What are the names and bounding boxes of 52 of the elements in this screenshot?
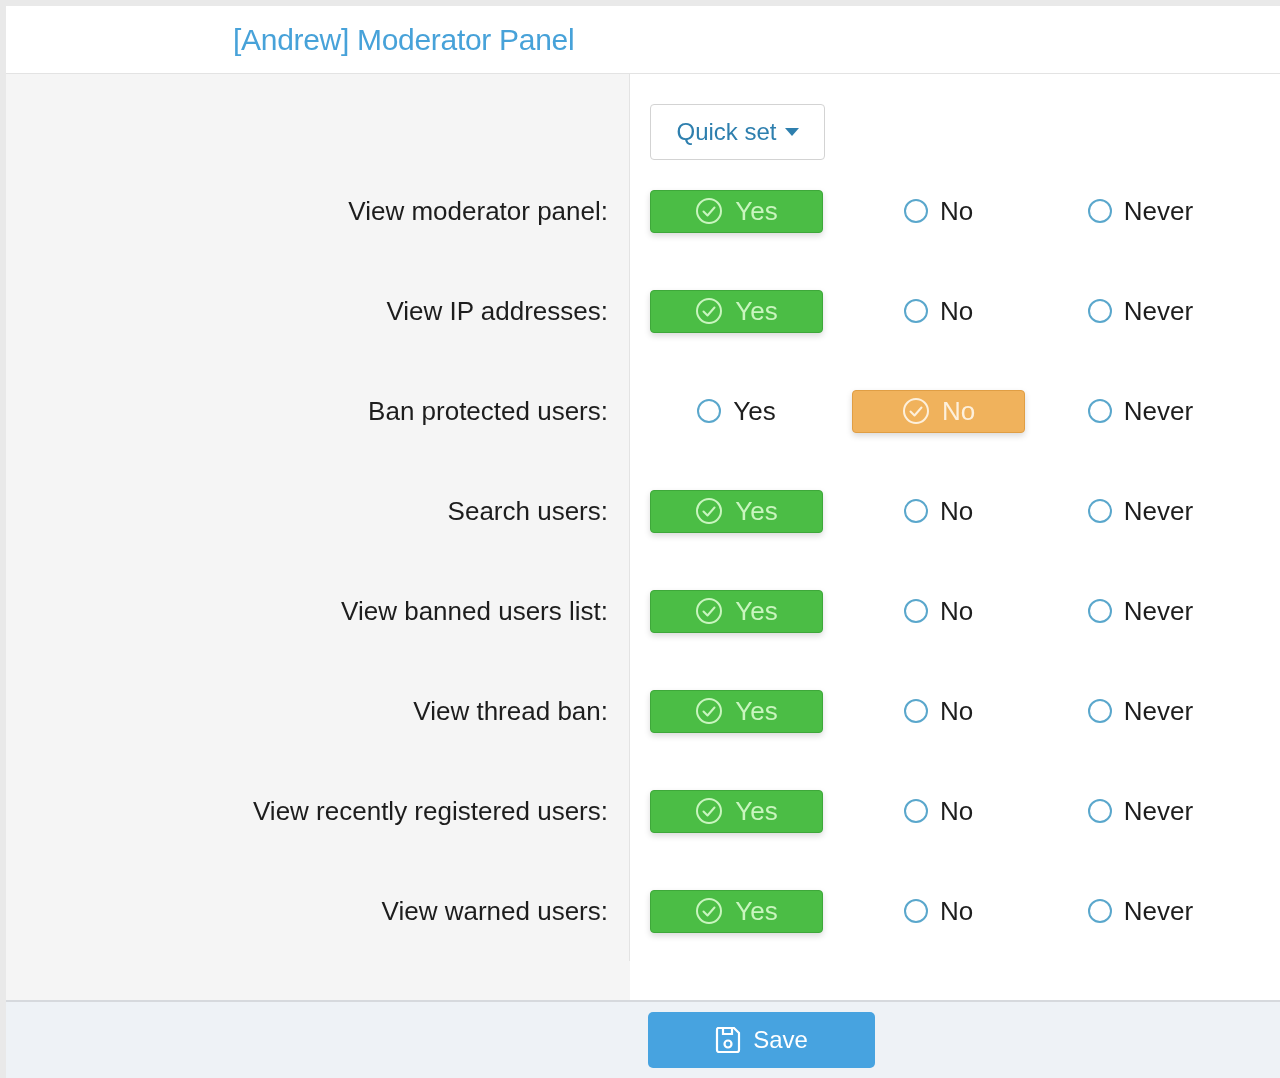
radio-icon	[1087, 899, 1112, 923]
radio-icon	[1087, 299, 1112, 323]
check-circle-icon	[695, 497, 724, 525]
radio-option[interactable]: Never	[1054, 589, 1227, 633]
check-circle-icon	[695, 797, 724, 825]
radio-option[interactable]: No	[852, 889, 1025, 933]
check-circle-icon	[695, 897, 724, 925]
permission-label: View banned users list:	[341, 595, 608, 627]
check-circle-icon	[695, 197, 724, 225]
radio-icon	[1087, 199, 1112, 223]
radio-option[interactable]: Never	[1054, 789, 1227, 833]
permission-label: View moderator panel:	[348, 195, 608, 227]
radio-icon	[903, 799, 928, 823]
caret-icon	[784, 128, 799, 136]
radio-option[interactable]: No	[852, 489, 1025, 533]
radio-option[interactable]: Yes	[650, 389, 823, 433]
check-circle-icon	[695, 597, 724, 625]
radio-option[interactable]: No	[852, 589, 1025, 633]
permission-label: View recently registered users:	[253, 795, 608, 827]
check-circle-icon	[695, 297, 724, 325]
radio-option[interactable]: No	[852, 689, 1025, 733]
check-circle-icon	[901, 397, 930, 425]
radio-icon	[1087, 799, 1112, 823]
radio-option[interactable]: Never	[1054, 389, 1227, 433]
panel-title: [Andrew] Moderator Panel	[233, 22, 575, 57]
radio-option[interactable]: Never	[1054, 489, 1227, 533]
radio-icon	[903, 499, 928, 523]
check-circle-icon	[695, 697, 724, 725]
quick-set-button[interactable]: Quick set	[650, 104, 825, 160]
radio-icon	[1087, 699, 1112, 723]
save-icon	[715, 1026, 742, 1054]
radio-option[interactable]: No	[852, 289, 1025, 333]
radio-icon	[1087, 399, 1112, 423]
radio-icon	[903, 899, 928, 923]
radio-icon	[903, 599, 928, 623]
radio-icon	[903, 699, 928, 723]
radio-icon	[903, 299, 928, 323]
radio-option[interactable]: Never	[1054, 289, 1227, 333]
permission-label: Search users:	[447, 495, 608, 527]
radio-option[interactable]: Never	[1054, 189, 1227, 233]
radio-icon	[1087, 599, 1112, 623]
permission-label: View warned users:	[381, 895, 608, 927]
permission-label: Ban protected users:	[368, 395, 608, 427]
radio-option[interactable]: No	[852, 189, 1025, 233]
radio-icon	[1087, 499, 1112, 523]
radio-option[interactable]: No	[852, 789, 1025, 833]
permission-label: View IP addresses:	[386, 295, 608, 327]
permission-label: View thread ban:	[413, 695, 608, 727]
radio-icon	[697, 399, 722, 423]
radio-icon	[903, 199, 928, 223]
radio-option[interactable]: Never	[1054, 689, 1227, 733]
radio-option[interactable]: Never	[1054, 889, 1227, 933]
